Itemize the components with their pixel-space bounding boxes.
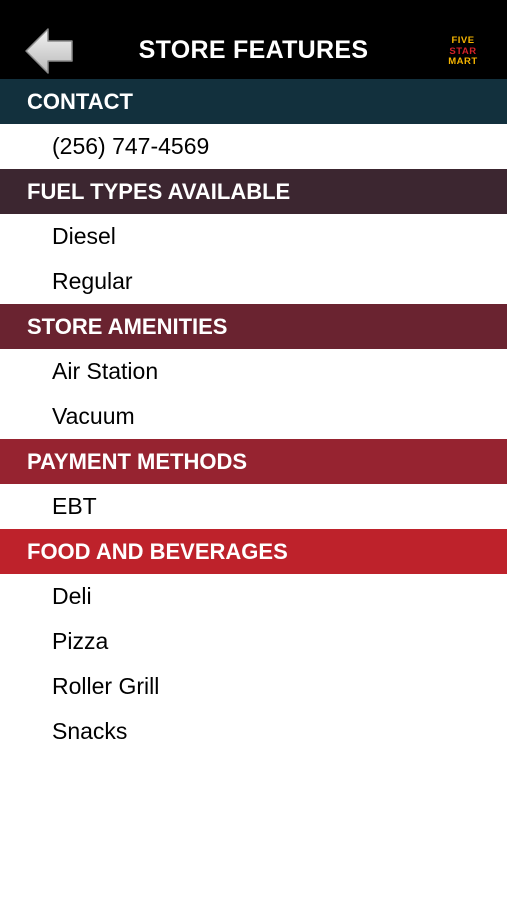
- section-header-store-amenities: STORE AMENITIES: [0, 304, 507, 349]
- amenity-item[interactable]: Air Station: [0, 349, 507, 394]
- food-item[interactable]: Deli: [0, 574, 507, 619]
- section-header-contact: CONTACT: [0, 79, 507, 124]
- logo-line-mart: MART: [448, 56, 478, 67]
- logo-line-five: FIVE: [451, 35, 475, 46]
- fuel-type-item[interactable]: Regular: [0, 259, 507, 304]
- fuel-type-item[interactable]: Diesel: [0, 214, 507, 259]
- top-app-bar: STORE FEATURES FIVE STAR MART: [0, 0, 507, 79]
- page-title: STORE FEATURES: [138, 36, 369, 64]
- food-item[interactable]: Pizza: [0, 619, 507, 664]
- food-item[interactable]: Snacks: [0, 709, 507, 754]
- section-header-food-beverages: FOOD AND BEVERAGES: [0, 529, 507, 574]
- section-header-fuel-types: FUEL TYPES AVAILABLE: [0, 169, 507, 214]
- payment-method-item[interactable]: EBT: [0, 484, 507, 529]
- amenity-item[interactable]: Vacuum: [0, 394, 507, 439]
- contact-phone-number[interactable]: (256) 747-4569: [0, 124, 507, 169]
- five-star-mart-logo: FIVE STAR MART: [443, 35, 483, 70]
- section-header-payment-methods: PAYMENT METHODS: [0, 439, 507, 484]
- food-item[interactable]: Roller Grill: [0, 664, 507, 709]
